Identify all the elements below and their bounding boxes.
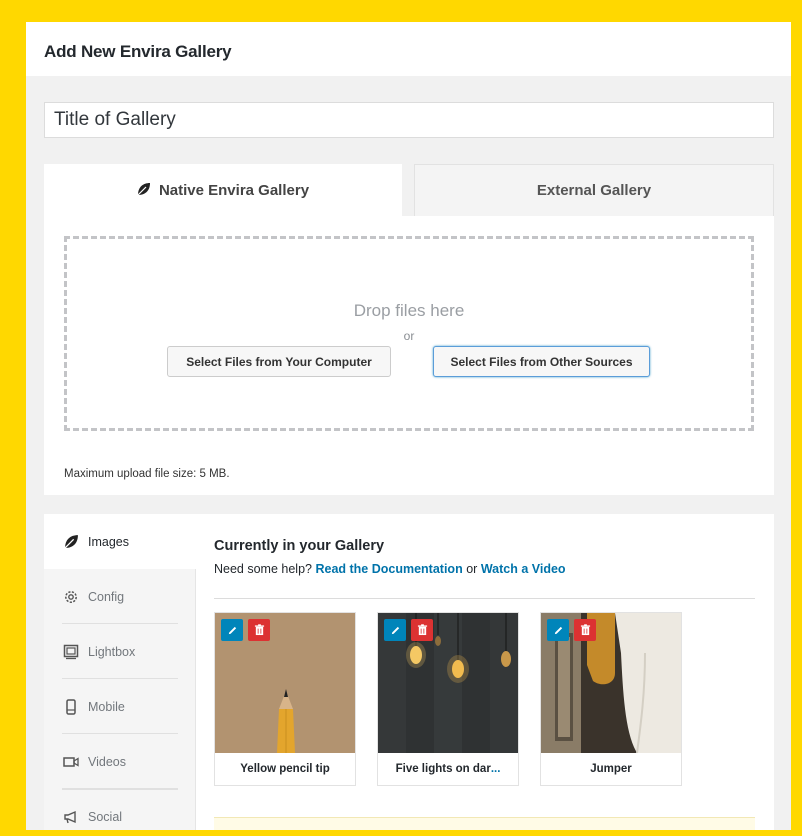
sidebar-item-label: Social [88, 809, 123, 824]
trash-icon [417, 624, 427, 636]
caption-text: Five lights on dar [395, 763, 491, 775]
gallery-title-input[interactable] [44, 102, 774, 138]
sidebar-item-label: Videos [88, 754, 126, 769]
gallery-item-caption: Yellow pencil tip [215, 753, 355, 785]
tab-native-envira-gallery[interactable]: Native Envira Gallery [44, 164, 402, 217]
pencil-icon [228, 626, 236, 634]
sidebar-item-mobile[interactable]: Mobile [44, 679, 196, 734]
delete-image-button[interactable] [574, 619, 596, 641]
trash-icon [580, 624, 590, 636]
sidebar-item-label: Config [88, 589, 125, 604]
gallery-heading: Currently in your Gallery [214, 538, 385, 554]
sidebar-item-lightbox[interactable]: Lightbox [44, 624, 196, 679]
divider [62, 789, 178, 790]
page-header: Add New Envira Gallery [26, 22, 791, 76]
gallery-footer-strip [214, 817, 755, 830]
caption-text: Jumper [590, 763, 632, 775]
sidebar-item-videos[interactable]: Videos [44, 734, 196, 789]
tab-label: External Gallery [536, 182, 652, 199]
pencil-icon [391, 626, 399, 634]
help-or: or [466, 562, 478, 576]
help-prefix: Need some help? [214, 562, 312, 576]
leaf-icon [137, 182, 151, 200]
sidebar-item-label: Images [88, 534, 129, 549]
gear-icon [62, 588, 80, 606]
edit-image-button[interactable] [384, 619, 406, 641]
tab-external-gallery[interactable]: External Gallery [414, 164, 774, 217]
select-files-other-sources-button[interactable]: Select Files from Other Sources [433, 346, 650, 377]
sidebar-item-label: Lightbox [88, 644, 136, 659]
page-title: Add New Envira Gallery [44, 42, 232, 61]
caption-ellipsis[interactable]: ... [491, 763, 501, 775]
admin-frame: Add New Envira Gallery Native Envira Gal… [26, 22, 791, 830]
edit-image-button[interactable] [547, 619, 569, 641]
sidebar-item-social[interactable]: Social [44, 789, 196, 830]
read-documentation-link[interactable]: Read the Documentation [315, 562, 462, 576]
gallery-item[interactable]: Five lights on dar... [377, 612, 519, 786]
lightbox-icon [62, 643, 80, 661]
sidebar-item-label: Mobile [88, 699, 125, 714]
caption-text: Yellow pencil tip [240, 763, 330, 775]
gallery-item-caption: Jumper [541, 753, 681, 785]
gallery-item-caption: Five lights on dar... [378, 753, 518, 785]
leaf-icon [62, 533, 80, 551]
gallery-item[interactable]: Yellow pencil tip [214, 612, 356, 786]
delete-image-button[interactable] [248, 619, 270, 641]
megaphone-icon [62, 808, 80, 826]
pencil-icon [554, 626, 562, 634]
upload-panel: Drop files here or Select Files from You… [44, 216, 774, 495]
gallery-content: Currently in your Gallery Need some help… [196, 514, 774, 830]
divider [214, 598, 755, 599]
trash-icon [254, 624, 264, 636]
settings-sidebar: Images Config Lightbox Mobile Videos Soc… [44, 514, 197, 830]
sidebar-item-config[interactable]: Config [44, 569, 196, 624]
or-text: or [403, 329, 415, 343]
select-files-computer-button[interactable]: Select Files from Your Computer [167, 346, 391, 377]
gallery-item[interactable]: Jumper [540, 612, 682, 786]
video-icon [62, 753, 80, 771]
drop-files-text: Drop files here [353, 301, 465, 320]
mobile-icon [62, 698, 80, 716]
max-upload-size-text: Maximum upload file size: 5 MB. [64, 468, 230, 480]
sidebar-item-images[interactable]: Images [44, 514, 197, 569]
help-line: Need some help? Read the Documentation o… [214, 562, 566, 576]
drop-zone[interactable]: Drop files here or Select Files from You… [64, 236, 754, 431]
edit-image-button[interactable] [221, 619, 243, 641]
tab-label: Native Envira Gallery [158, 182, 310, 199]
delete-image-button[interactable] [411, 619, 433, 641]
watch-video-link[interactable]: Watch a Video [481, 562, 566, 576]
gallery-settings-panel: Images Config Lightbox Mobile Videos Soc… [44, 514, 774, 830]
